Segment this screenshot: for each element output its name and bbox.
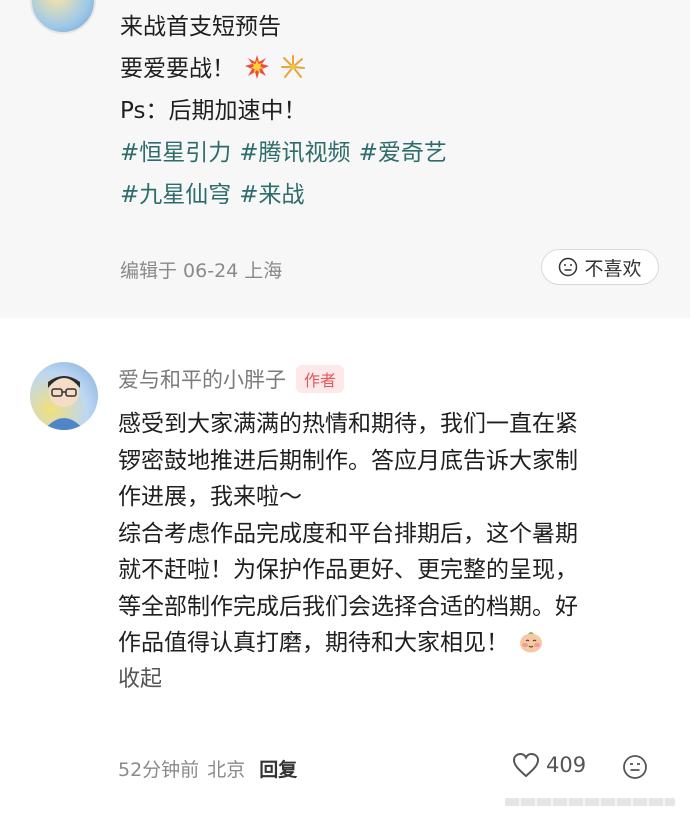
comment-line: 综合考虑作品完成度和平台排期后，这个暑期 (118, 520, 578, 547)
avatar[interactable] (30, 362, 98, 430)
post-line: 要爱要战！ (120, 48, 455, 90)
comment-card: 爱与和平的小胖子 作者 感受到大家满满的热情和期待，我们一直在紧 锣密鼓地推进后… (0, 318, 690, 818)
comment-line: 等全部制作完成后我们会选择合适的档期。好 (118, 593, 578, 620)
reply-button[interactable]: 回复 (259, 755, 297, 782)
heart-icon (512, 752, 540, 778)
hashtag-link[interactable]: #恒星引力 (120, 140, 231, 166)
dislike-label: 不喜欢 (584, 257, 642, 280)
like-count: 409 (546, 753, 587, 777)
comment-time: 52分钟前 (118, 759, 200, 781)
commenter-name[interactable]: 爱与和平的小胖子 (118, 364, 286, 394)
post-line: Ps：后期加速中！ (120, 98, 307, 124)
tag-row: #九星仙穹 #来战 (120, 174, 455, 216)
collision-emoji-icon (245, 55, 270, 79)
watermark-strip (505, 798, 675, 806)
comment-menu-button[interactable] (622, 754, 648, 784)
tag-row: #恒星引力 #腾讯视频 #爱奇艺 (120, 132, 455, 174)
post-card: 来战首支短预告 要爱要战！ Ps：后期加速中！ #恒星引力 #腾讯视频 #爱奇艺 (0, 0, 690, 318)
blushing-face-emoji-icon (520, 632, 543, 653)
comment-location: 北京 (207, 759, 246, 781)
hashtag-link[interactable]: #腾讯视频 (239, 140, 350, 166)
comment-header: 爱与和平的小胖子 作者 (118, 364, 345, 394)
post-line: 来战首支短预告 (120, 14, 281, 40)
comment-line-text: 作品值得认真打磨，期待和大家相见！ (118, 630, 509, 656)
post-content: 来战首支短预告 要爱要战！ Ps：后期加速中！ #恒星引力 #腾讯视频 #爱奇艺 (120, 6, 455, 216)
post-avatar[interactable] (30, 0, 96, 34)
hashtag-link[interactable]: #爱奇艺 (359, 140, 447, 166)
comment-body: 感受到大家满满的热情和期待，我们一直在紧 锣密鼓地推进后期制作。答应月底告诉大家… (118, 406, 668, 698)
comment-line: 就不赶啦！为保护作品更好、更完整的呈现， (118, 557, 578, 583)
like-button[interactable]: 409 (512, 752, 586, 778)
firework-emoji-icon (280, 55, 305, 78)
face-menu-icon (623, 755, 647, 779)
author-badge: 作者 (296, 365, 345, 393)
post-line-text: 要爱要战！ (120, 56, 235, 82)
hashtag-link[interactable]: #九星仙穹 (120, 182, 231, 208)
dislike-button[interactable]: 不喜欢 (541, 249, 659, 285)
comment-line: 锣密鼓地推进后期制作。答应月底告诉大家制 (118, 447, 578, 474)
hashtag-link[interactable]: #来战 (239, 182, 304, 208)
comment-line: 作品值得认真打磨，期待和大家相见！ (118, 625, 668, 662)
avatar-image (44, 376, 84, 430)
post-edit-meta: 编辑于 06-24 上海 (120, 260, 283, 282)
collapse-link[interactable]: 收起 (118, 662, 668, 698)
comment-meta: 52分钟前 北京 回复 (118, 755, 297, 782)
comment-line: 作进展，我来啦～ (118, 484, 302, 510)
frown-face-icon (559, 257, 578, 277)
comment-line: 感受到大家满满的热情和期待，我们一直在紧 (118, 411, 578, 437)
